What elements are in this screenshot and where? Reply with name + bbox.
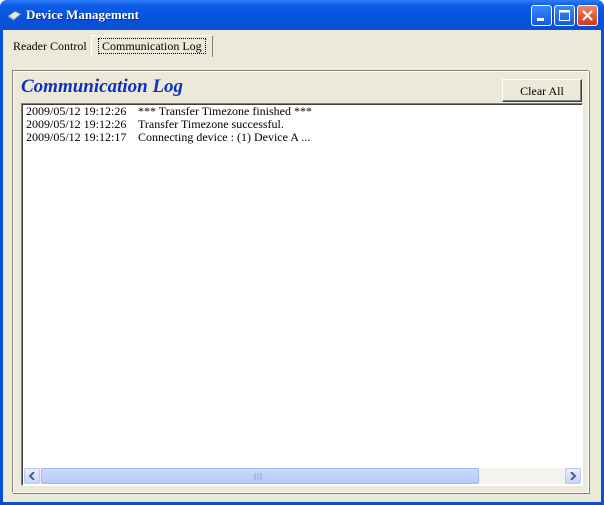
grip-icon bbox=[254, 473, 262, 480]
close-button[interactable] bbox=[577, 5, 598, 26]
log-entry[interactable]: 2009/05/12 19:12:17 Connecting device : (… bbox=[26, 131, 312, 144]
horizontal-scrollbar[interactable] bbox=[24, 468, 581, 484]
scroll-left-button[interactable] bbox=[24, 468, 40, 484]
app-window: Device Management Reader Control Communi… bbox=[0, 0, 604, 505]
log-lines: 2009/05/12 19:12:26 *** Transfer Timezone… bbox=[26, 105, 312, 144]
maximize-icon bbox=[559, 10, 570, 21]
log-message: *** Transfer Timezone finished *** bbox=[138, 104, 312, 118]
minimize-icon bbox=[537, 18, 544, 21]
log-time: 2009/05/12 19:12:17 bbox=[26, 130, 127, 144]
chevron-left-icon bbox=[28, 472, 35, 480]
tab-label: Communication Log bbox=[98, 38, 206, 54]
log-message: Transfer Timezone successful. bbox=[138, 117, 284, 131]
log-listbox[interactable]: 2009/05/12 19:12:26 *** Transfer Timezone… bbox=[21, 103, 583, 486]
title-bar[interactable]: Device Management bbox=[0, 0, 604, 30]
tab-communication-log[interactable]: Communication Log bbox=[91, 35, 213, 57]
tab-label: Reader Control bbox=[13, 39, 87, 53]
window-title: Device Management bbox=[26, 7, 139, 22]
client-area: Reader Control Communication Log Communi… bbox=[3, 30, 601, 502]
tab-reader-control[interactable]: Reader Control bbox=[7, 36, 93, 56]
log-message: Connecting device : (1) Device A ... bbox=[138, 130, 311, 144]
scroll-right-button[interactable] bbox=[565, 468, 581, 484]
close-icon bbox=[582, 10, 593, 21]
panel-title: Communication Log bbox=[21, 76, 184, 97]
clear-all-button[interactable]: Clear All bbox=[502, 79, 582, 102]
chevron-right-icon bbox=[570, 472, 577, 480]
communication-log-panel: Communication Log Clear All 2009/05/12 1… bbox=[12, 70, 589, 493]
device-app-icon bbox=[6, 9, 22, 21]
maximize-button[interactable] bbox=[554, 5, 575, 26]
minimize-button[interactable] bbox=[531, 5, 552, 26]
scrollbar-thumb[interactable] bbox=[41, 468, 479, 484]
